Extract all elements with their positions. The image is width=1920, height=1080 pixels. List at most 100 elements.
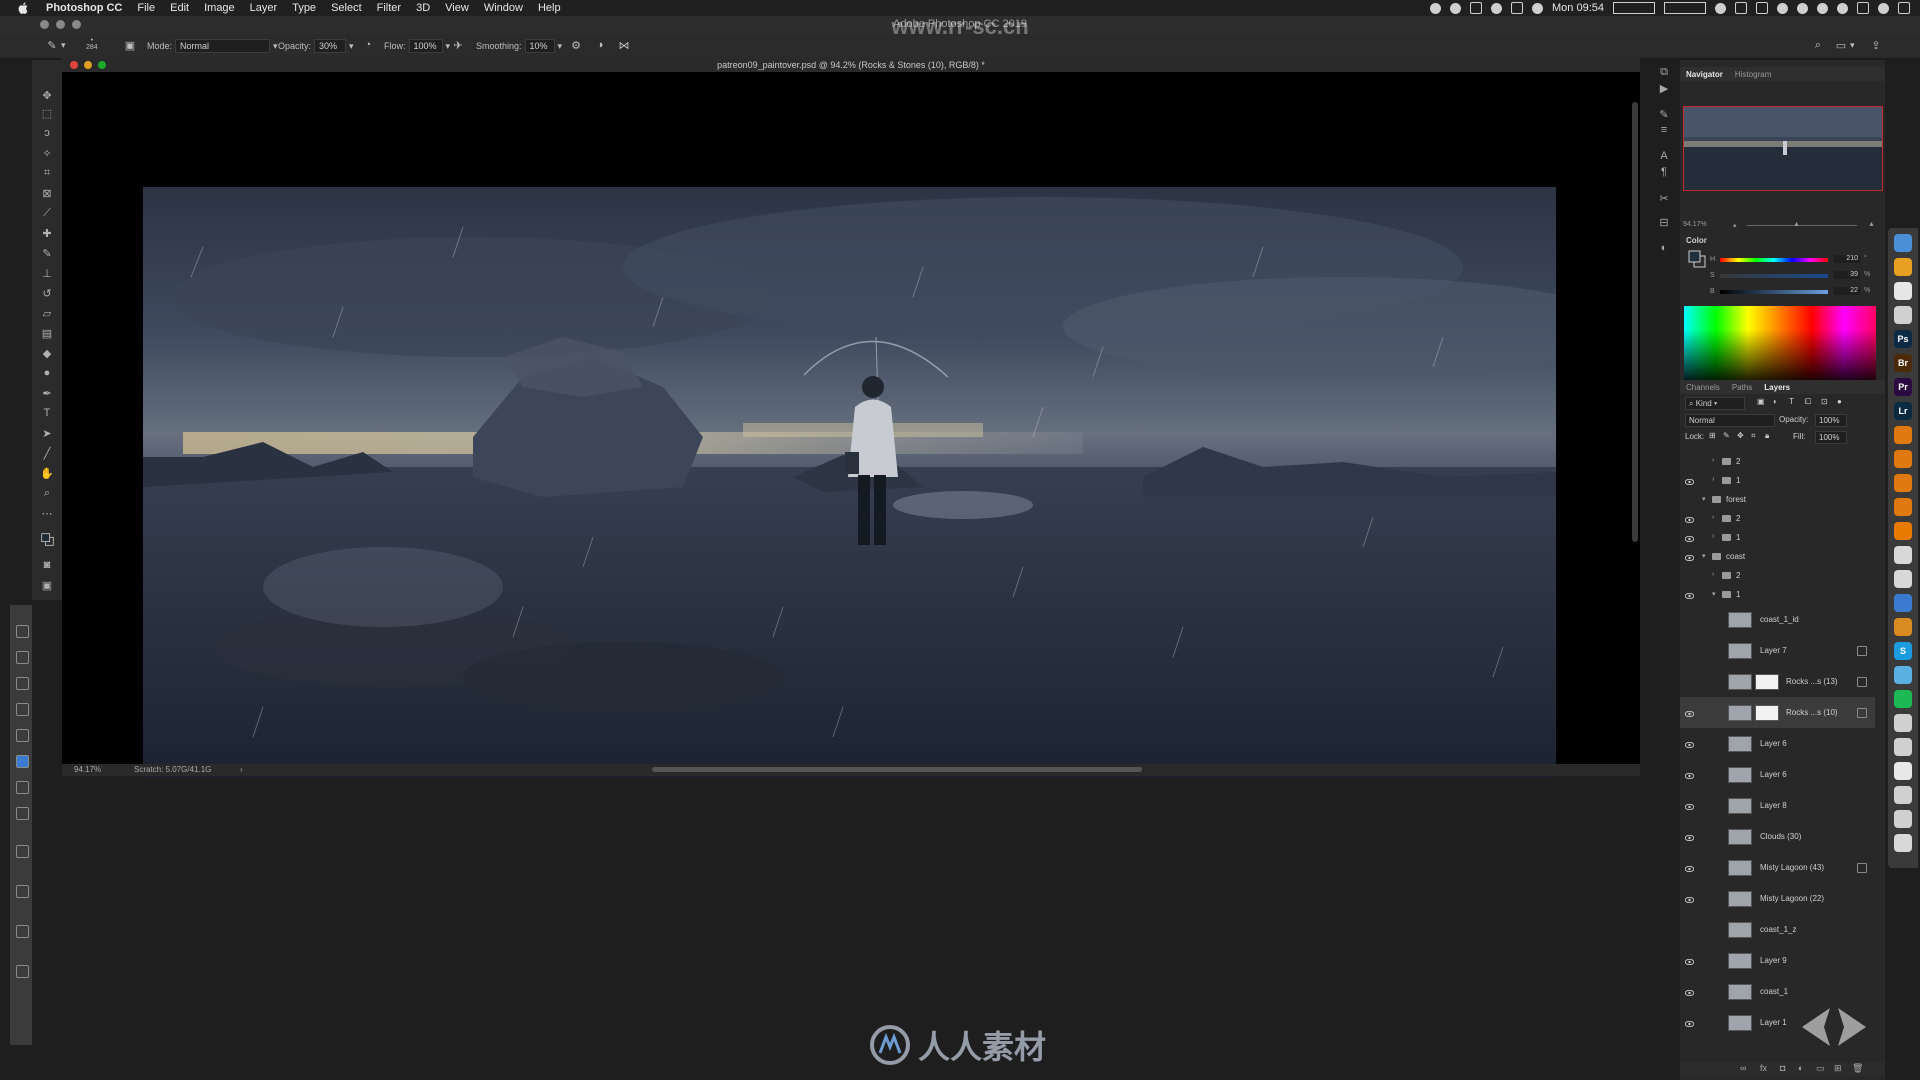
blender-icon-2[interactable] bbox=[1894, 450, 1912, 468]
canvas-area[interactable] bbox=[62, 72, 1640, 777]
strip-tool-6-icon[interactable] bbox=[16, 755, 29, 768]
layer-row[interactable]: Rocks ...s (10) bbox=[1680, 697, 1875, 728]
path-selection-tool-icon[interactable]: ➤ bbox=[40, 426, 54, 440]
calendar-icon[interactable] bbox=[1894, 762, 1912, 780]
document-tab[interactable]: patreon09_paintover.psd @ 94.2% (Rocks &… bbox=[62, 58, 1640, 72]
zoom-in-icon[interactable]: ▲ bbox=[1868, 221, 1875, 228]
clock-icon[interactable] bbox=[1894, 306, 1912, 324]
filter-shape-icon[interactable]: ⧠ bbox=[1805, 397, 1811, 407]
dodge-tool-icon[interactable]: ● bbox=[40, 366, 54, 380]
layer-thumbnail[interactable] bbox=[1728, 736, 1752, 752]
layer-name[interactable]: 1 bbox=[1736, 476, 1740, 485]
brightness-input[interactable]: 22 bbox=[1834, 287, 1860, 295]
line-tool-icon[interactable]: ╱ bbox=[40, 446, 54, 460]
layer-thumbnail[interactable] bbox=[1728, 643, 1752, 659]
status-arrow-icon[interactable]: › bbox=[240, 764, 243, 776]
visibility-eye-icon[interactable] bbox=[1684, 834, 1695, 842]
strip-tool-1-icon[interactable] bbox=[16, 625, 29, 638]
layer-thumbnail[interactable] bbox=[1728, 705, 1752, 721]
marquee-tool-icon[interactable]: ⬚ bbox=[40, 106, 54, 120]
visibility-eye-icon[interactable] bbox=[1685, 679, 1694, 685]
fill-input[interactable]: 100% bbox=[1815, 431, 1847, 444]
brush-tool-icon[interactable]: ✎ bbox=[40, 246, 54, 260]
zoom-tool-icon[interactable]: ⌕ bbox=[40, 486, 54, 500]
layer-group-row[interactable]: › 1 bbox=[1680, 528, 1875, 547]
filter-toggle-icon[interactable]: ● bbox=[1837, 397, 1842, 406]
menu-edit[interactable]: Edit bbox=[170, 2, 189, 14]
chrome-icon[interactable] bbox=[1894, 258, 1912, 276]
blur-tool-icon[interactable]: ◆ bbox=[40, 346, 54, 360]
doc-minimize-button[interactable] bbox=[84, 61, 92, 69]
filter-pixel-icon[interactable]: ▣ bbox=[1757, 397, 1765, 406]
spotlight-icon[interactable] bbox=[1878, 2, 1889, 14]
visibility-eye-icon[interactable] bbox=[1684, 710, 1695, 718]
battery-meter-icon[interactable] bbox=[1613, 2, 1655, 14]
layer-mask-thumbnail[interactable] bbox=[1755, 705, 1779, 721]
layer-name[interactable]: coast_1_id bbox=[1760, 615, 1799, 624]
cloud-icon[interactable] bbox=[1715, 2, 1726, 14]
menu-select[interactable]: Select bbox=[331, 2, 362, 14]
visibility-eye-icon[interactable] bbox=[1684, 516, 1695, 524]
premiere-icon[interactable]: Pr bbox=[1894, 378, 1912, 396]
smoothing-input[interactable]: 10% bbox=[524, 39, 555, 53]
chevron-down-icon[interactable]: ▾ bbox=[349, 41, 354, 52]
visibility-eye-icon[interactable] bbox=[1685, 927, 1694, 933]
chevron-down-icon[interactable]: ▾ bbox=[1712, 590, 1716, 598]
layer-row[interactable]: Layer 7 bbox=[1680, 635, 1875, 666]
hue-slider[interactable] bbox=[1720, 258, 1828, 262]
color-swatches[interactable] bbox=[38, 530, 56, 548]
brush-size-picker[interactable]: • 284 bbox=[86, 37, 98, 51]
photoshop-icon[interactable]: Ps bbox=[1894, 330, 1912, 348]
bridge-icon[interactable]: Br bbox=[1894, 354, 1912, 372]
lock-position-icon[interactable]: ✥ bbox=[1737, 431, 1744, 440]
navigator-zoom-value[interactable]: 94.17% bbox=[1683, 221, 1707, 228]
zoom-out-icon[interactable]: ▴ bbox=[1733, 221, 1737, 229]
layer-group-row[interactable]: ▾ forest bbox=[1680, 490, 1875, 509]
layer-row[interactable]: Misty Lagoon (43) bbox=[1680, 852, 1875, 883]
menubar-clock[interactable]: Mon 09:54 bbox=[1552, 2, 1604, 14]
layer-group-row[interactable]: › 2 bbox=[1680, 509, 1875, 528]
brush-panel-toggle[interactable]: ▣ bbox=[124, 39, 136, 52]
doc-zoom-button[interactable] bbox=[98, 61, 106, 69]
strip-tool-11-icon[interactable] bbox=[16, 925, 29, 938]
document-canvas[interactable] bbox=[143, 187, 1556, 777]
time-machine-icon[interactable] bbox=[1777, 2, 1788, 14]
quicktime-icon[interactable] bbox=[1894, 594, 1912, 612]
layer-blend-mode[interactable]: Normal bbox=[1685, 414, 1775, 427]
doc-close-button[interactable] bbox=[70, 61, 78, 69]
move-tool-icon[interactable]: ✥ bbox=[40, 88, 54, 102]
paragraph-panel-icon[interactable]: ¶ bbox=[1658, 166, 1670, 178]
layer-row[interactable]: Layer 6 bbox=[1680, 728, 1875, 759]
smoothing-options-button[interactable]: ⚙ bbox=[570, 39, 582, 52]
layer-row[interactable]: coast_1 bbox=[1680, 976, 1875, 1007]
mode-select[interactable]: Normal bbox=[175, 39, 271, 53]
layer-name[interactable]: 2 bbox=[1736, 571, 1740, 580]
brush-tool-preset[interactable]: ✎ ▾ bbox=[46, 39, 65, 52]
spotify-icon[interactable] bbox=[1894, 690, 1912, 708]
chevron-right-icon[interactable]: › bbox=[1712, 476, 1714, 483]
firefox-icon[interactable] bbox=[1894, 618, 1912, 636]
status-icon-1[interactable] bbox=[1430, 2, 1442, 14]
lock-artboard-icon[interactable]: ⌗ bbox=[1751, 431, 1756, 441]
volume-icon[interactable] bbox=[1837, 2, 1848, 14]
zoom-readout[interactable]: 94.17% bbox=[74, 764, 101, 776]
layer-thumbnail[interactable] bbox=[1728, 798, 1752, 814]
layer-name[interactable]: coast bbox=[1726, 552, 1745, 561]
visibility-eye-icon[interactable] bbox=[1684, 989, 1695, 997]
adjustments-panel-icon[interactable]: ≡ bbox=[1658, 124, 1670, 136]
visibility-eye-icon[interactable] bbox=[1684, 1020, 1695, 1028]
strip-tool-10-icon[interactable] bbox=[16, 885, 29, 898]
saturation-input[interactable]: 39 bbox=[1834, 271, 1860, 279]
visibility-eye-icon[interactable] bbox=[1684, 554, 1695, 562]
layer-style-icon[interactable]: fx bbox=[1760, 1063, 1767, 1073]
layer-name[interactable]: Layer 1 bbox=[1760, 1018, 1787, 1027]
saturation-slider[interactable] bbox=[1720, 274, 1828, 278]
menu-window[interactable]: Window bbox=[484, 2, 523, 14]
layer-thumbnail[interactable] bbox=[1728, 829, 1752, 845]
workspace-switcher[interactable]: ▭ ▾ bbox=[1835, 39, 1855, 52]
menu-image[interactable]: Image bbox=[204, 2, 235, 14]
visibility-eye-icon[interactable] bbox=[1685, 573, 1694, 579]
pressure-opacity-toggle[interactable]: ◔ bbox=[362, 39, 374, 51]
layer-thumbnail[interactable] bbox=[1728, 612, 1752, 628]
horizontal-scrollbar[interactable] bbox=[652, 767, 1142, 772]
